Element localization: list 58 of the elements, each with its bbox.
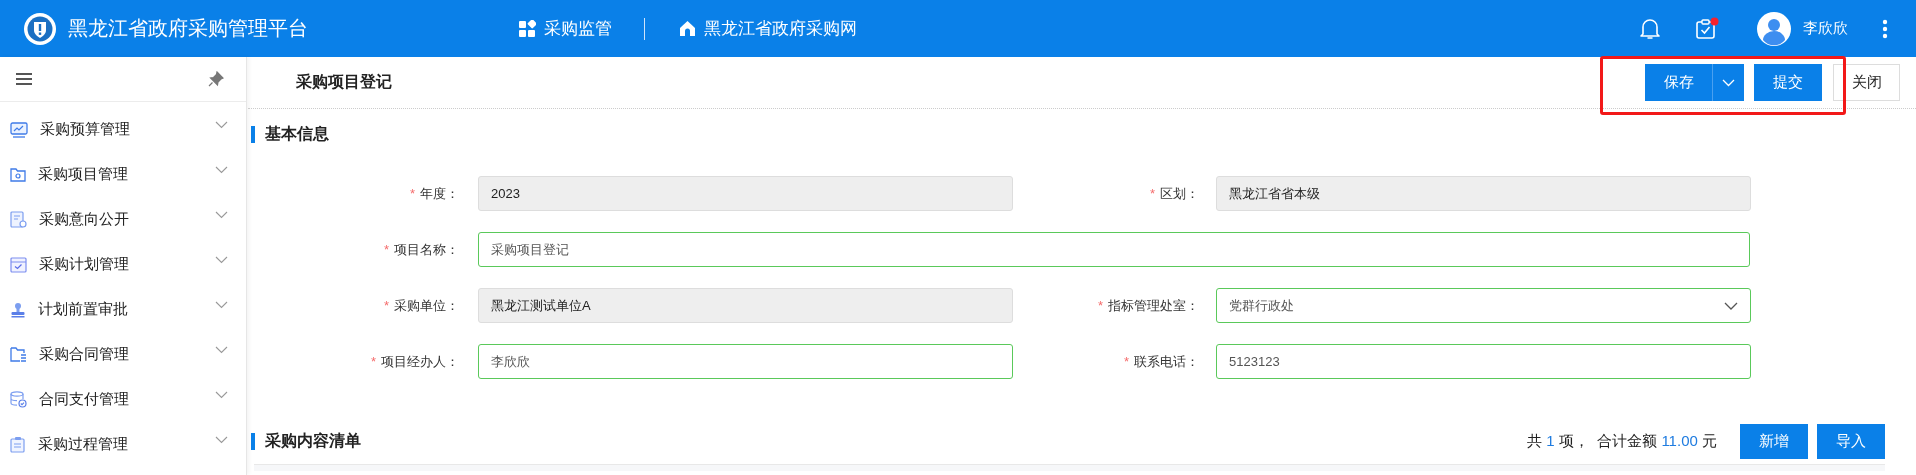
clipboard-icon (10, 436, 26, 453)
field-label: 年度： (420, 184, 459, 203)
required-mark: * (383, 242, 389, 257)
database-check-icon (10, 391, 27, 408)
page-title: 采购项目登记 (296, 72, 393, 92)
section-title: 基本信息 (265, 123, 329, 144)
user-name[interactable]: 李欣欣 (1803, 19, 1848, 38)
folder-gear-icon (10, 167, 26, 182)
required-mark: * (1149, 186, 1155, 201)
required-mark: * (1123, 354, 1129, 369)
save-button[interactable]: 保存 (1645, 64, 1712, 101)
stamp-icon (10, 301, 26, 318)
calendar-check-icon (10, 256, 27, 273)
nav-link[interactable]: 黑龙江省政府采购网 (679, 17, 857, 40)
required-mark: * (370, 354, 376, 369)
menu-icon[interactable] (16, 73, 32, 85)
menu-item[interactable]: 采购预算管理 (0, 107, 246, 152)
field-label: 项目名称： (394, 240, 459, 259)
app-title: 黑龙江省政府采购管理平台 (68, 16, 309, 41)
summary-text: 共 1 项， 合计金额 11.00 元 (1527, 431, 1717, 451)
field-label: 区划： (1160, 184, 1199, 203)
apps-icon (518, 19, 536, 38)
section-title: 采购内容清单 (265, 430, 361, 451)
submit-button[interactable]: 提交 (1754, 64, 1822, 101)
task-icon[interactable] (1695, 16, 1719, 41)
input-field[interactable]: 采购项目登记 (478, 232, 1750, 267)
logo-icon (22, 10, 58, 47)
field-label: 指标管理处室： (1108, 296, 1199, 315)
nav-link[interactable]: 采购监管 (518, 17, 612, 40)
menu-item[interactable]: 采购合同管理 (0, 332, 246, 377)
menu-item[interactable]: 采购过程管理 (0, 422, 246, 467)
field-label: 采购单位： (394, 296, 459, 315)
caret-icon (1722, 78, 1735, 87)
menu-item[interactable]: 采购意向公开 (0, 197, 246, 242)
chevron-icon (1724, 301, 1738, 310)
menu-item[interactable]: 采购计划管理 (0, 242, 246, 287)
close-button[interactable]: 关闭 (1833, 64, 1900, 101)
more-icon[interactable] (1882, 18, 1888, 39)
home-icon (679, 20, 696, 37)
menu-item[interactable]: 采购项目管理 (0, 152, 246, 197)
select-field[interactable]: 党群行政处 (1216, 288, 1751, 323)
required-mark: * (1097, 298, 1103, 313)
add-button[interactable]: 新增 (1740, 423, 1808, 459)
menu-item[interactable]: 合同支付管理 (0, 377, 246, 422)
monitor-chart-icon (10, 121, 28, 138)
required-mark: * (409, 186, 415, 201)
document-icon (10, 211, 27, 228)
import-button[interactable]: 导入 (1817, 423, 1885, 459)
folder-list-icon (10, 347, 27, 362)
avatar-icon[interactable] (1757, 11, 1791, 46)
input-field[interactable]: 李欣欣 (478, 344, 1013, 379)
bell-icon[interactable] (1639, 16, 1661, 41)
pin-icon[interactable] (208, 71, 224, 87)
input-field[interactable]: 5123123 (1216, 344, 1751, 379)
menu-item[interactable]: 计划前置审批 (0, 287, 246, 332)
field-label: 联系电话： (1134, 352, 1199, 371)
required-mark: * (383, 298, 389, 313)
field-label: 项目经办人： (381, 352, 459, 371)
